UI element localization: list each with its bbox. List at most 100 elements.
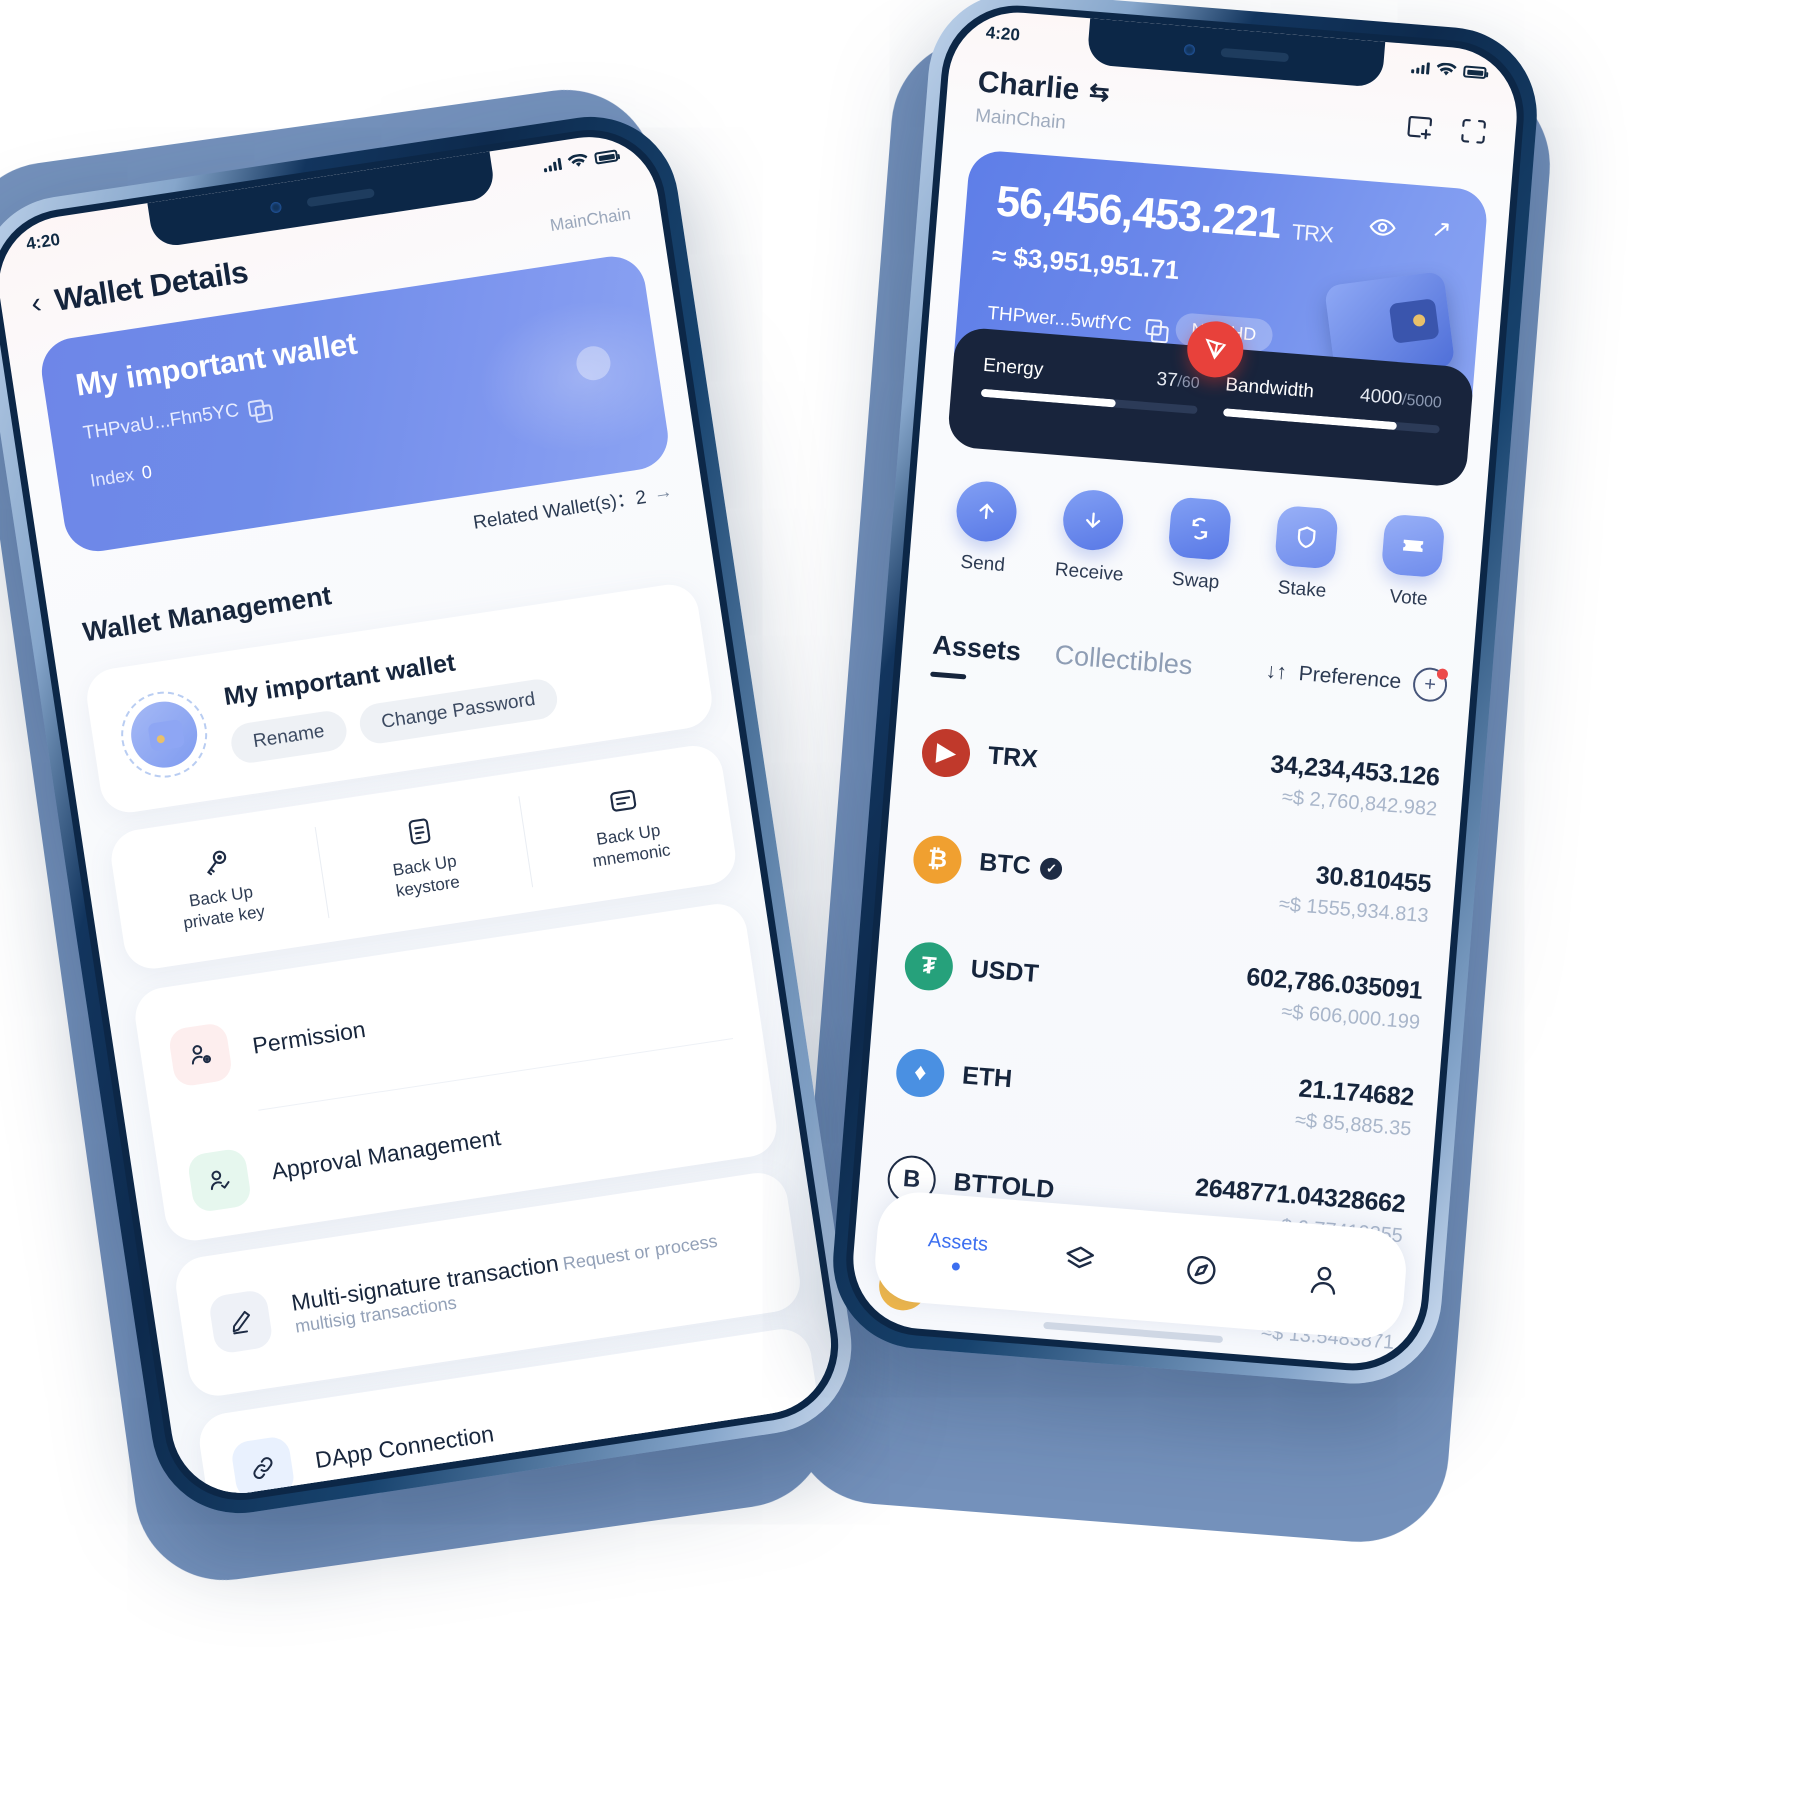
preference-label: Preference bbox=[1297, 662, 1403, 694]
right-phone: 4:20 Charlie ⇆ MainChain ↗ 56,456,453.22… bbox=[826, 0, 1544, 1391]
energy-total: 60 bbox=[1181, 373, 1201, 393]
arrow-up-right-icon[interactable]: ↗ bbox=[1430, 214, 1452, 245]
arrow-down-icon bbox=[1061, 487, 1126, 553]
cellular-bars-icon bbox=[1411, 61, 1430, 75]
earpiece-speaker bbox=[1220, 47, 1289, 62]
wallet-index-label: Index bbox=[88, 464, 136, 491]
action-stake-label: Stake bbox=[1276, 577, 1328, 602]
menu-item-permission-text: Permission bbox=[251, 1016, 368, 1060]
action-vote[interactable]: Vote bbox=[1354, 512, 1468, 614]
bandwidth-value: 4000/5000 bbox=[1359, 385, 1442, 413]
energy-label-row: Energy 37/60 bbox=[982, 355, 1200, 394]
pencil-icon bbox=[207, 1288, 274, 1355]
verified-badge-icon: ✓ bbox=[1039, 856, 1064, 881]
key-icon bbox=[207, 850, 227, 876]
link-icon bbox=[229, 1435, 296, 1502]
right-phone-bezel: 4:20 Charlie ⇆ MainChain ↗ 56,456,453.22… bbox=[840, 0, 1530, 1377]
shield-icon bbox=[1273, 504, 1339, 570]
battery-icon bbox=[1462, 65, 1487, 80]
asset-symbol: TRX bbox=[986, 741, 1039, 774]
asset-name: BTC ✓ bbox=[978, 848, 1064, 884]
energy-value: 37/60 bbox=[1156, 369, 1201, 394]
asset-symbol-block: ₮ USDT bbox=[903, 940, 1040, 999]
front-camera-icon bbox=[269, 200, 282, 214]
page-title: Wallet Details bbox=[52, 254, 251, 318]
permission-user-icon bbox=[167, 1021, 234, 1088]
front-camera-icon bbox=[1183, 43, 1196, 56]
asset-usd: ≈$ 85,885.35 bbox=[1294, 1108, 1413, 1141]
action-send[interactable]: Send bbox=[929, 477, 1043, 579]
backup-keystore-label: Back Up keystore bbox=[392, 852, 462, 903]
dapp-text: DApp Connection bbox=[313, 1420, 495, 1474]
bandwidth-used: 4000 bbox=[1359, 385, 1404, 410]
switch-account-icon[interactable]: ⇆ bbox=[1088, 77, 1110, 108]
wallet-address: THPvaU...Fhn5YC bbox=[81, 399, 241, 445]
asset-symbol: BTC bbox=[978, 848, 1032, 881]
tab-collectibles[interactable]: Collectibles bbox=[1054, 639, 1194, 681]
cellular-bars-icon bbox=[543, 157, 563, 173]
mnemonic-icon bbox=[610, 790, 637, 812]
copy-icon[interactable] bbox=[247, 398, 266, 418]
sort-icon: ↓↑ bbox=[1264, 659, 1288, 685]
asset-usd: ≈$ 1555,934.813 bbox=[1278, 892, 1430, 927]
tabbar-item-assets[interactable]: Assets bbox=[895, 1226, 1020, 1275]
action-stake[interactable]: Stake bbox=[1248, 503, 1362, 605]
chevron-left-icon[interactable]: ‹ bbox=[29, 286, 44, 320]
home-screen: 4:20 Charlie ⇆ MainChain ↗ 56,456,453.22… bbox=[847, 7, 1523, 1369]
bitcoin-coin-icon: ₿ bbox=[911, 833, 964, 886]
keystore-icon bbox=[408, 818, 431, 845]
copy-icon[interactable] bbox=[1144, 318, 1163, 336]
approx-prefix: ≈ bbox=[990, 240, 1008, 272]
tabbar-item-profile[interactable] bbox=[1261, 1256, 1386, 1304]
energy-label: Energy bbox=[982, 354, 1045, 381]
asset-symbol: ETH bbox=[961, 1061, 1014, 1094]
preference-control[interactable]: ↓↑ Preference + bbox=[1264, 654, 1449, 703]
asset-name: TRX bbox=[987, 741, 1039, 774]
battery-icon bbox=[593, 149, 619, 165]
menu-item-title: DApp Connection bbox=[313, 1419, 496, 1473]
asset-values: 602,786.035091 ≈$ 606,000.199 bbox=[1243, 962, 1423, 1034]
action-vote-label: Vote bbox=[1388, 586, 1429, 611]
profile-icon bbox=[1310, 1266, 1335, 1295]
wifi-icon bbox=[1436, 62, 1457, 76]
action-receive[interactable]: Receive bbox=[1035, 486, 1149, 588]
account-name-row[interactable]: Charlie ⇆ bbox=[977, 65, 1111, 109]
backup-keystore-button[interactable]: Back Up keystore bbox=[311, 773, 536, 942]
menu-item-approval-text: Approval Management bbox=[270, 1124, 503, 1185]
eye-icon[interactable] bbox=[1366, 211, 1398, 243]
tabbar-item-layers[interactable] bbox=[1017, 1237, 1142, 1285]
asset-values: 34,234,453.126 ≈$ 2,760,842.982 bbox=[1267, 750, 1440, 821]
scan-qr-icon[interactable] bbox=[1456, 114, 1490, 148]
balance-usd: $3,951,951.71 bbox=[1012, 241, 1181, 286]
account-block[interactable]: Charlie ⇆ MainChain bbox=[974, 65, 1110, 137]
backup-private-key-button[interactable]: Back Up private key bbox=[107, 803, 332, 972]
status-time: 4:20 bbox=[24, 229, 62, 254]
asset-amount: 30.810455 bbox=[1314, 860, 1433, 898]
backup-mnemonic-button[interactable]: Back Up mnemonic bbox=[515, 742, 740, 911]
bandwidth-resource[interactable]: Bandwidth 4000/5000 bbox=[1219, 374, 1443, 485]
tron-coin-icon: ▶ bbox=[920, 726, 972, 779]
tab-assets[interactable]: Assets bbox=[931, 629, 1023, 667]
section-title-wallet-management: Wallet Management bbox=[80, 580, 334, 648]
asset-tabs: Assets Collectibles ↓↑ Preference + bbox=[931, 628, 1449, 703]
energy-resource[interactable]: Energy 37/60 bbox=[977, 355, 1201, 466]
energy-progress-fill bbox=[980, 388, 1116, 408]
screenshot-stage: 4:20 ‹ Wallet Details MainChain My impor… bbox=[0, 0, 1800, 1800]
ethereum-coin-icon: ♦ bbox=[894, 1046, 947, 1099]
rename-button[interactable]: Rename bbox=[228, 708, 350, 766]
asset-symbol-block: ♦ ETH bbox=[894, 1046, 1014, 1104]
multisig-text: Multi-signature transaction Request or p… bbox=[290, 1219, 768, 1338]
status-icons bbox=[542, 148, 619, 173]
asset-amount: 21.174682 bbox=[1297, 1073, 1416, 1112]
chain-label: MainChain bbox=[974, 105, 1067, 134]
add-token-icon[interactable]: + bbox=[1411, 666, 1449, 703]
action-swap[interactable]: Swap bbox=[1141, 494, 1255, 596]
tabbar-item-explore[interactable] bbox=[1139, 1246, 1264, 1294]
wallet-avatar-icon[interactable] bbox=[115, 685, 214, 784]
energy-used: 37 bbox=[1155, 368, 1179, 392]
layers-icon bbox=[1066, 1246, 1094, 1269]
add-wallet-icon[interactable] bbox=[1403, 110, 1437, 144]
multisig-row: Multi-signature transaction Request or p… bbox=[207, 1214, 768, 1355]
asset-symbol-block: ▶ TRX bbox=[920, 726, 1039, 784]
balance-amount: 56,456,453.221 bbox=[994, 177, 1283, 249]
